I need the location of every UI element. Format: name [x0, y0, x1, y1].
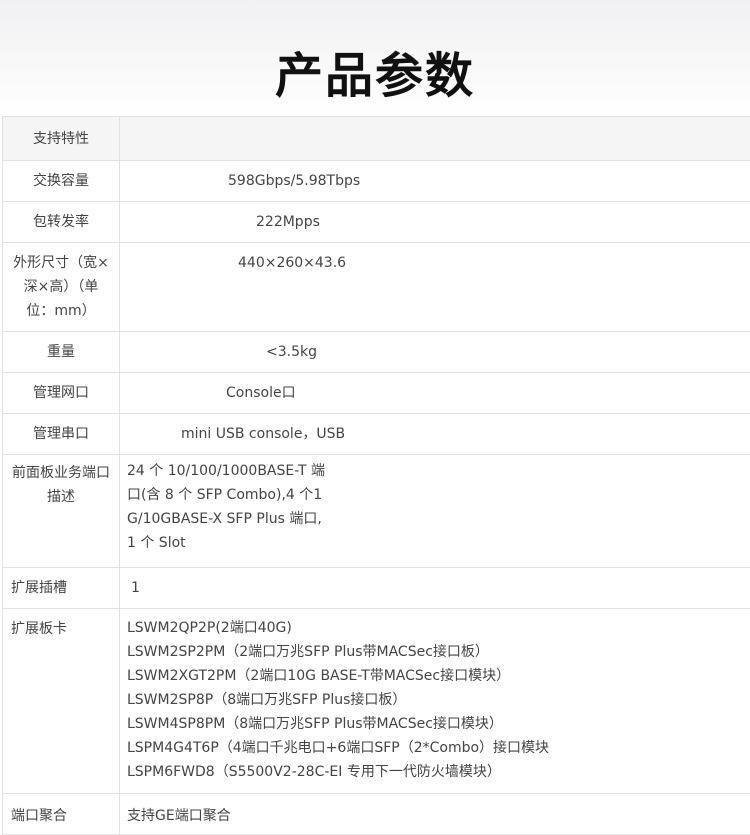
table-row: 重量 <3.5kg: [3, 332, 750, 373]
row-value: 1: [120, 580, 140, 596]
expansion-card-line: LSWM4SP8PM（8端口万兆SFP Plus带MACSec接口模块）: [127, 712, 750, 736]
row-key: 扩展插槽: [3, 568, 120, 609]
row-key: 前面板业务端口描述: [3, 455, 120, 568]
table-row: 包转发率 222Mpps: [3, 202, 750, 243]
expansion-card-line: LSPM6FWD8（S5500V2-28C-EI 专用下一代防火墙模块）: [127, 760, 750, 784]
row-value: 24 个 10/100/1000BASE-T 端口(含 8 个 SFP Comb…: [127, 459, 327, 555]
row-value: 222Mpps: [120, 214, 320, 230]
row-key: 端口聚合: [3, 794, 120, 835]
table-row-header: 支持特性: [3, 117, 750, 161]
expansion-card-line: LSWM2SP2PM（2端口万兆SFP Plus带MACSec接口板）: [127, 640, 750, 664]
row-value: 440×260×43.6: [120, 255, 346, 271]
row-key: 外形尺寸（宽×深×高）（单位：mm）: [3, 243, 120, 332]
table-row: 扩展插槽 1: [3, 568, 750, 609]
expansion-card-line: LSPM4G4T6P（4端口千兆电口+6端口SFP（2*Combo）接口模块: [127, 736, 750, 760]
expansion-card-line: LSWM2XGT2PM（2端口10G BASE-T带MACSec接口模块）: [127, 664, 750, 688]
expansion-card-line: LSWM2QP2P(2端口40G): [127, 616, 750, 640]
table-row: 扩展板卡 LSWM2QP2P(2端口40G) LSWM2SP2PM（2端口万兆S…: [3, 609, 750, 794]
row-key: 管理串口: [3, 414, 120, 455]
table-row: 管理网口 Console口: [3, 373, 750, 414]
row-value: 598Gbps/5.98Tbps: [120, 173, 360, 189]
title-banner: 产品参数: [0, 0, 750, 116]
expansion-card-line: LSWM2SP8P（8端口万兆SFP Plus接口板）: [127, 688, 750, 712]
row-key: 包转发率: [3, 202, 120, 243]
table-row: 前面板业务端口描述 24 个 10/100/1000BASE-T 端口(含 8 …: [3, 455, 750, 568]
row-key: 交换容量: [3, 161, 120, 202]
row-key: 扩展板卡: [3, 609, 120, 794]
header-value: [120, 117, 750, 161]
table-row: 端口聚合 支持GE端口聚合: [3, 794, 750, 835]
row-key: 重量: [3, 332, 120, 373]
row-value: mini USB console，USB: [120, 426, 345, 442]
table-row: 外形尺寸（宽×深×高）（单位：mm） 440×260×43.6: [3, 243, 750, 332]
header-label: 支持特性: [3, 117, 120, 161]
table-row: 管理串口 mini USB console，USB: [3, 414, 750, 455]
page-title: 产品参数: [0, 44, 750, 108]
spec-table: 支持特性 交换容量 598Gbps/5.98Tbps 包转发率 222Mpps …: [2, 116, 750, 835]
row-value: <3.5kg: [120, 344, 317, 360]
table-row: 交换容量 598Gbps/5.98Tbps: [3, 161, 750, 202]
row-value: Console口: [120, 385, 296, 401]
row-value: 支持GE端口聚合: [127, 808, 231, 824]
row-key: 管理网口: [3, 373, 120, 414]
